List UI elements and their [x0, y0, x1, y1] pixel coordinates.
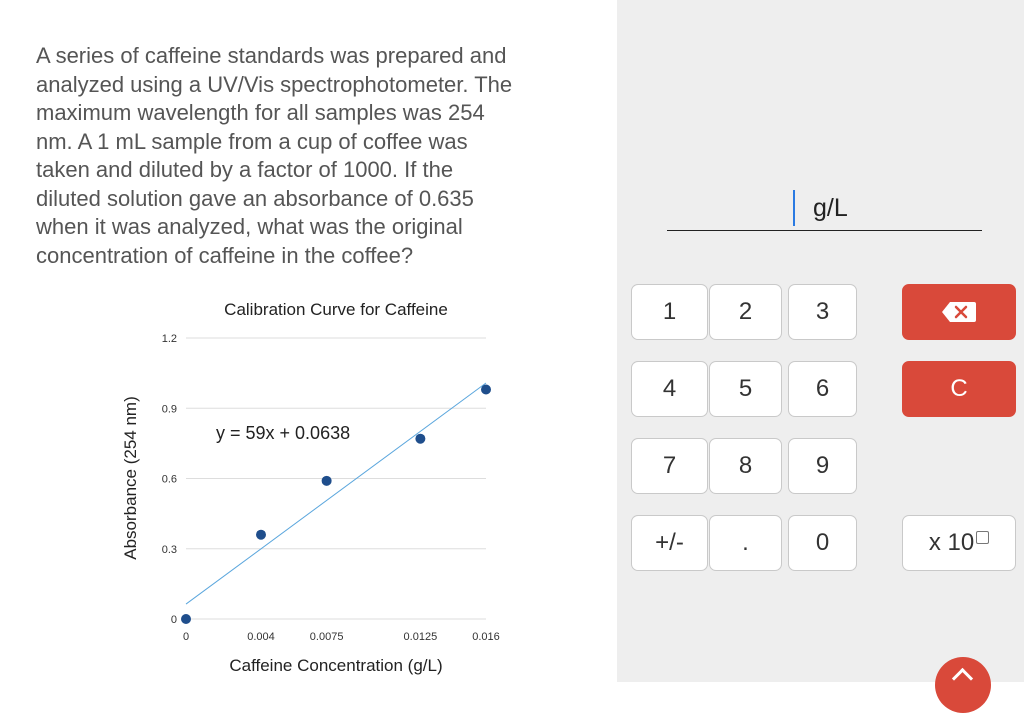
- exponent-label: x 10: [928, 529, 975, 556]
- key-5[interactable]: 5: [709, 361, 782, 417]
- data-point: [181, 614, 191, 624]
- chart-title: Calibration Curve for Caffeine: [224, 300, 448, 319]
- data-point: [256, 529, 266, 540]
- x-tick-label: 0.004: [247, 631, 275, 643]
- data-point: [481, 384, 491, 395]
- answer-panel: g/L: [617, 0, 1024, 682]
- exponent-placeholder-icon: [976, 530, 990, 544]
- question-line: nm. A 1 mL sample from a cup of coffee w…: [36, 128, 468, 154]
- chart-svg: Calibration Curve for Caffeine 0 0.3 0.6 0.9…: [121, 300, 500, 675]
- y-tick-label: 0.3: [162, 544, 177, 556]
- question-line: when it was analyzed, what was the origi…: [36, 214, 463, 239]
- y-tick-label: 0: [171, 614, 177, 626]
- y-tick-label: 1.2: [162, 333, 177, 345]
- submit-button[interactable]: [935, 657, 991, 713]
- y-axis-label: Absorbance (254 nm): [121, 396, 140, 559]
- question-line: diluted solution gave an absorbance of 0…: [36, 185, 474, 211]
- trendline: [185, 382, 487, 605]
- x-tick-label: 0.016: [472, 631, 500, 643]
- key-6[interactable]: 6: [788, 361, 857, 417]
- x-tick-label: 0.0075: [310, 631, 344, 643]
- question-text: A series of caffeine standards was prepa…: [36, 42, 596, 270]
- y-tick-label: 0.9: [162, 403, 177, 415]
- trendline-equation: y = 59x + 0.0638: [216, 423, 350, 443]
- backspace-icon: [942, 302, 976, 322]
- x-axis-label: Caffeine Concentration (g/L): [229, 656, 442, 675]
- key-decimal[interactable]: .: [709, 515, 782, 571]
- key-8[interactable]: 8: [709, 438, 782, 494]
- answer-field[interactable]: [667, 230, 982, 231]
- backspace-button[interactable]: [902, 284, 1016, 340]
- key-2[interactable]: 2: [709, 284, 782, 340]
- key-1[interactable]: 1: [631, 284, 708, 340]
- text-cursor: [793, 190, 795, 226]
- question-line: analyzed using a UV/Vis spectrophotomete…: [36, 71, 513, 97]
- y-tick-label: 0.6: [162, 474, 177, 486]
- clear-button[interactable]: C: [902, 361, 1016, 417]
- calibration-chart: Calibration Curve for Caffeine 0 0.3 0.6 0.9…: [100, 290, 520, 680]
- question-line: maximum wavelength for all samples was 2…: [36, 100, 485, 125]
- x-tick-label: 0.0125: [404, 631, 438, 643]
- question-line: taken and diluted by a factor of 1000. I…: [36, 157, 454, 182]
- key-0[interactable]: 0: [788, 515, 857, 571]
- question-line: A series of caffeine standards was prepa…: [36, 43, 507, 68]
- key-plus-minus[interactable]: +/-: [631, 515, 708, 571]
- exponent-button[interactable]: x 10: [902, 515, 1016, 571]
- x-tick-label: 0: [183, 631, 189, 643]
- key-7[interactable]: 7: [631, 438, 708, 494]
- answer-unit: g/L: [813, 194, 848, 222]
- key-4[interactable]: 4: [631, 361, 708, 417]
- question-line: concentration of caffeine in the coffee?: [36, 242, 414, 268]
- data-point: [321, 475, 332, 486]
- key-3[interactable]: 3: [788, 284, 857, 340]
- key-9[interactable]: 9: [788, 438, 857, 494]
- arrow-up-icon: [951, 667, 974, 690]
- data-point: [415, 433, 426, 444]
